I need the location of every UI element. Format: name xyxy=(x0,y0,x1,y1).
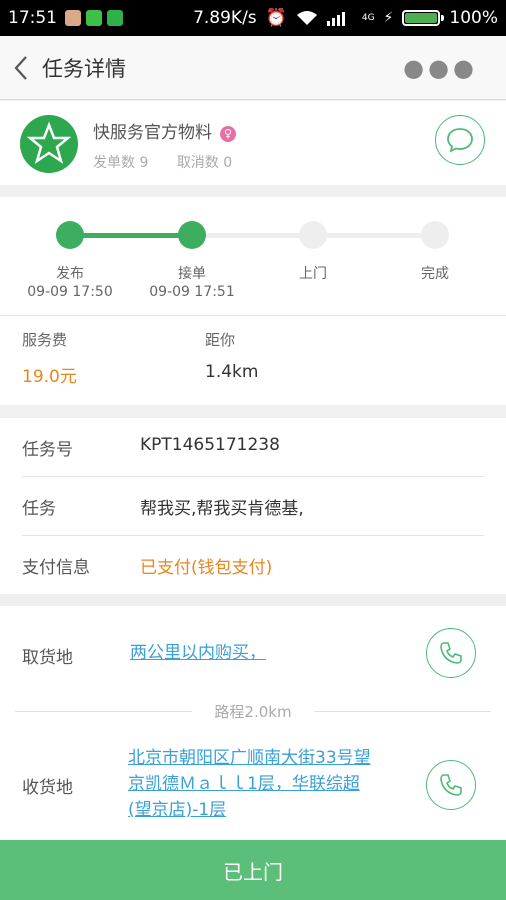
merchant-name-text: 快服务官方物料 xyxy=(93,123,212,143)
signal-icon xyxy=(326,12,345,26)
pickup-phone-button[interactable] xyxy=(426,628,476,678)
status-bar: 17:51 7.89K/s ⏰ 4G ⚡ 100% xyxy=(0,0,506,36)
more-icon: ●●● xyxy=(403,53,478,82)
phone-icon xyxy=(440,642,462,664)
address-section: 取货地 两公里以内购买， 路程2.0km 收货地 北京市朝阳区广顺南大街33号望… xyxy=(0,606,506,840)
payment-value: 已支付(钱包支付) xyxy=(140,558,273,578)
cancelled-orders-count: 取消数 0 xyxy=(176,155,233,171)
delivery-address-line-2: 京凯德Ｍａｌｌ1层，华联综超 xyxy=(128,774,360,794)
task-number-label: 任务号 xyxy=(22,440,73,460)
wifi-icon xyxy=(296,11,317,25)
distance-label: 距你 xyxy=(205,331,236,349)
step-3-dot xyxy=(299,221,327,249)
task-label: 任务 xyxy=(22,499,56,519)
order-progress: 发布 接单 上门 完成 09-09 17:50 09-09 17:51 xyxy=(0,197,506,316)
merchant-name: 快服务官方物料 ♀ xyxy=(93,118,236,143)
avatar[interactable] xyxy=(20,115,78,173)
delivery-address-line-3: (望京店)-1层 xyxy=(128,800,227,820)
app-notification-icon xyxy=(86,10,102,26)
pickup-address-link[interactable]: 两公里以内购买， xyxy=(130,640,266,666)
merchant-stats: 发单数 9 取消数 0 xyxy=(93,152,256,172)
battery-fill xyxy=(405,13,438,23)
merchant-card: 快服务官方物料 ♀ 发单数 9 取消数 0 xyxy=(0,101,506,185)
task-number-row: 任务号 KPT1465171238 xyxy=(0,418,506,476)
payment-row: 支付信息 已支付(钱包支付) xyxy=(0,536,506,594)
app-notification-icon xyxy=(65,10,81,26)
page-title: 任务详情 xyxy=(42,56,126,81)
route-distance: 路程2.0km xyxy=(0,698,506,726)
arrived-button[interactable]: 已上门 xyxy=(0,840,506,900)
delivery-label: 收货地 xyxy=(22,778,73,798)
step-4-label: 完成 xyxy=(421,266,449,282)
female-icon: ♀ xyxy=(220,126,236,142)
app-header: 任务详情 ●●● xyxy=(0,36,506,100)
route-line-right xyxy=(314,711,491,712)
status-time: 17:51 xyxy=(8,8,57,28)
distance-value: 1.4km xyxy=(205,362,259,382)
delivery-address-line-1: 北京市朝阳区广顺南大街33号望 xyxy=(128,748,371,768)
fee-section: 服务费 19.0元 距你 1.4km xyxy=(0,316,506,405)
sent-orders-count: 发单数 9 xyxy=(93,155,149,171)
alarm-icon: ⏰ xyxy=(265,8,287,28)
delivery-address-link[interactable]: 北京市朝阳区广顺南大街33号望 京凯德Ｍａｌｌ1层，华联综超 (望京店)-1层 xyxy=(128,745,398,823)
delivery-phone-button[interactable] xyxy=(426,760,476,810)
step-2-label: 接单 xyxy=(178,266,206,282)
network-type: 4G xyxy=(361,13,375,23)
app-notification-icon xyxy=(107,10,123,26)
more-button[interactable]: ●●● xyxy=(403,54,478,82)
battery-icon xyxy=(402,10,445,26)
chevron-left-icon xyxy=(14,55,27,80)
step-1-label: 发布 xyxy=(56,266,84,282)
back-button[interactable] xyxy=(0,55,42,81)
service-fee-value: 19.0元 xyxy=(22,367,77,387)
task-number-value: KPT1465171238 xyxy=(140,435,280,455)
task-info-section: 任务号 KPT1465171238 任务 帮我买,帮我买肯德基, 支付信息 已支… xyxy=(0,418,506,594)
phone-icon xyxy=(440,774,462,796)
charging-icon: ⚡ xyxy=(383,10,394,26)
progress-completed-segment xyxy=(70,233,192,238)
network-speed: 7.89K/s xyxy=(193,8,257,28)
task-value: 帮我买,帮我买肯德基, xyxy=(140,499,304,519)
step-1-dot xyxy=(56,221,84,249)
payment-label: 支付信息 xyxy=(22,558,90,578)
service-fee-label: 服务费 xyxy=(22,331,68,349)
star-logo-icon xyxy=(27,122,71,164)
step-1-time: 09-09 17:50 xyxy=(27,284,113,300)
task-row: 任务 帮我买,帮我买肯德基, xyxy=(0,477,506,535)
step-2-time: 09-09 17:51 xyxy=(149,284,235,300)
step-2-dot xyxy=(178,221,206,249)
step-3-label: 上门 xyxy=(299,266,327,282)
pickup-label: 取货地 xyxy=(22,648,73,668)
chat-button[interactable] xyxy=(435,115,485,165)
step-4-dot xyxy=(421,221,449,249)
battery-percent: 100% xyxy=(449,8,498,28)
chat-icon xyxy=(447,128,473,153)
